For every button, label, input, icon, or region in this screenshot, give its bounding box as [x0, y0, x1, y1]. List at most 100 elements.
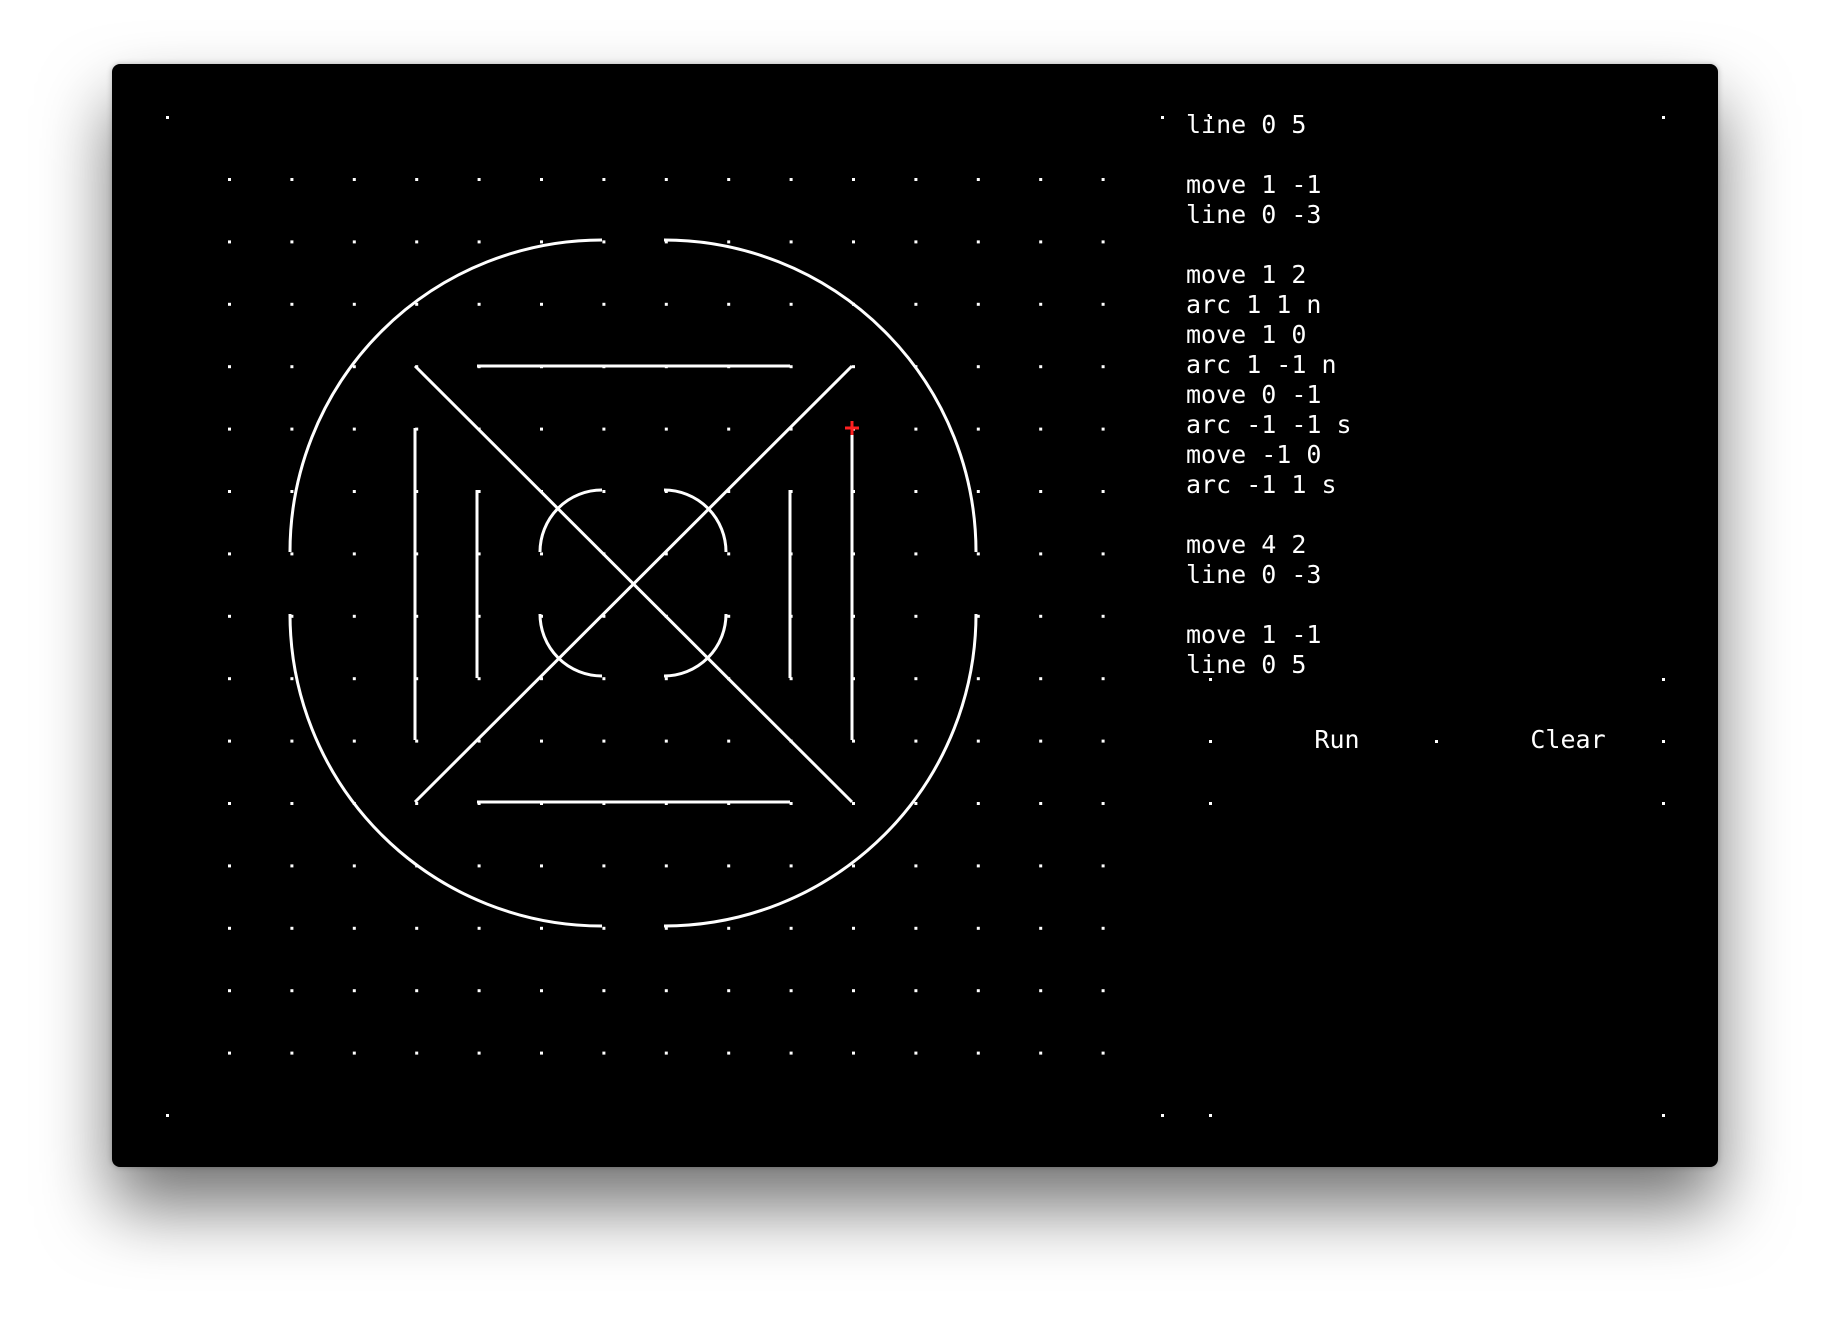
grid-dot	[540, 302, 543, 306]
grid-dot	[1039, 926, 1043, 930]
grid-dot	[290, 802, 294, 805]
grid-dot	[228, 490, 231, 493]
grid-dot	[1101, 739, 1105, 743]
run-button[interactable]: Run	[1282, 725, 1392, 755]
grid-dot	[727, 302, 731, 306]
grid-dot	[914, 802, 918, 805]
grid-dot	[727, 1051, 731, 1055]
grid-dot	[228, 926, 231, 930]
grid-dot	[228, 178, 231, 181]
grid-dot	[477, 926, 481, 930]
grid-dot	[664, 677, 668, 681]
grid-dot	[290, 240, 294, 244]
grid-dot	[602, 739, 606, 743]
grid-dot	[789, 178, 793, 181]
grid-dot	[914, 240, 918, 244]
grid-dot	[789, 989, 793, 993]
grid-dot	[914, 427, 918, 431]
grid-dot	[914, 178, 918, 181]
grid-dot	[1101, 490, 1105, 493]
grid-dot	[976, 802, 980, 805]
grid-dot	[789, 802, 793, 805]
marker-dot	[1662, 740, 1665, 743]
grid-dot	[1101, 989, 1105, 993]
grid-dot	[976, 739, 980, 743]
grid-dot	[1039, 1051, 1043, 1055]
grid-dot	[477, 178, 481, 181]
grid-dot	[789, 864, 793, 868]
grid-dot	[1101, 864, 1105, 868]
grid-dot	[664, 178, 668, 181]
grid-dot	[290, 552, 294, 556]
grid-dot	[602, 302, 606, 306]
grid-dot	[1039, 989, 1043, 993]
grid-dot	[976, 490, 980, 493]
grid-dot	[602, 864, 606, 868]
grid-dot	[852, 802, 855, 805]
grid-dot	[290, 1051, 294, 1055]
grid-dot	[1039, 178, 1043, 181]
grid-dot	[914, 739, 918, 743]
grid-dot	[477, 1051, 481, 1055]
grid-dot	[1039, 365, 1043, 369]
grid-dot	[664, 1051, 668, 1055]
grid-dot	[602, 240, 606, 244]
grid-dot	[727, 739, 731, 743]
grid-dot	[352, 864, 356, 868]
grid-dot	[852, 926, 855, 930]
grid-dot	[914, 989, 918, 993]
grid-dot	[1039, 677, 1043, 681]
code-text[interactable]: line 0 5 move 1 -1 line 0 -3 move 1 2 ar…	[1186, 110, 1352, 680]
grid-dot	[228, 802, 231, 805]
grid-dot	[1039, 614, 1043, 618]
grid-dot	[789, 1051, 793, 1055]
grid-dot	[1101, 677, 1105, 681]
clear-button[interactable]: Clear	[1508, 725, 1628, 755]
grid-dot	[352, 178, 356, 181]
grid-dot	[228, 240, 231, 244]
grid-dot	[352, 240, 356, 244]
grid-dot	[540, 739, 543, 743]
grid-dot	[228, 1051, 231, 1055]
grid-dot	[914, 1051, 918, 1055]
grid-dot	[727, 552, 731, 556]
grid-dot	[228, 552, 231, 556]
grid-dot	[1039, 490, 1043, 493]
grid-dot	[852, 989, 855, 993]
grid-dot	[664, 864, 668, 868]
app-window: line 0 5 move 1 -1 line 0 -3 move 1 2 ar…	[112, 64, 1718, 1167]
grid-dot	[1039, 552, 1043, 556]
grid-dot	[290, 739, 294, 743]
marker-dot	[1662, 802, 1665, 805]
grid-dot	[540, 1051, 543, 1055]
grid-dot	[290, 302, 294, 306]
grid-dot	[540, 552, 543, 556]
grid-dot	[852, 1051, 855, 1055]
grid-dot	[976, 926, 980, 930]
grid-dot	[540, 427, 543, 431]
grid-dot	[290, 490, 294, 493]
grid-dot	[976, 240, 980, 244]
grid-dot	[727, 427, 731, 431]
grid-dot	[290, 926, 294, 930]
grid-dot	[290, 864, 294, 868]
grid-dot	[228, 989, 231, 993]
grid-dot	[415, 739, 419, 743]
grid-dot	[415, 178, 419, 181]
code-editor[interactable]: line 0 5 move 1 -1 line 0 -3 move 1 2 ar…	[1162, 110, 1682, 735]
grid-dot	[602, 989, 606, 993]
grid-dot	[1039, 864, 1043, 868]
grid-dot	[352, 926, 356, 930]
grid-dot	[1101, 178, 1105, 181]
grid-dot	[540, 864, 543, 868]
grid-dot	[352, 989, 356, 993]
grid-dot	[352, 427, 356, 431]
grid-dot	[477, 240, 481, 244]
marker-dot	[1209, 802, 1212, 805]
grid-dot	[1101, 365, 1105, 369]
grid-dot	[664, 427, 668, 431]
grid-dot	[415, 240, 419, 244]
grid-dot	[789, 365, 793, 369]
grid-dot	[914, 302, 918, 306]
grid-dot	[789, 240, 793, 244]
